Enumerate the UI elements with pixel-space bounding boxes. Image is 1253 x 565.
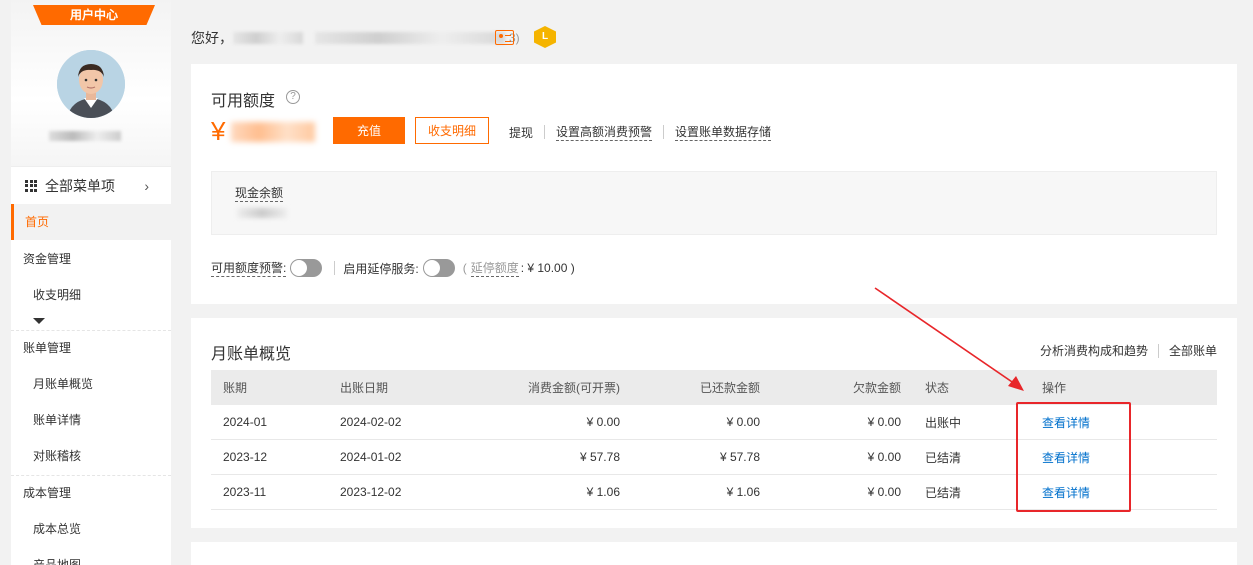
cash-balance-panel: 现金余额 — [211, 171, 1217, 235]
all-bills-link[interactable]: 全部账单 — [1169, 342, 1217, 359]
amount-masked — [231, 121, 316, 142]
sidebar-item-income-expense[interactable]: 收支明细 — [11, 277, 171, 313]
greeting-bar: 您好， 3) — [191, 28, 524, 48]
sidebar-item-reconciliation[interactable]: 对账稽核 — [11, 438, 171, 474]
delay-quota-prefix: ( — [462, 261, 467, 275]
divider — [544, 125, 546, 139]
cell-period: 2023-11 — [223, 485, 267, 499]
cell-status: 出账中 — [925, 415, 962, 430]
divider — [334, 261, 336, 275]
recharge-button[interactable]: 充值 — [333, 117, 405, 144]
username-masked — [49, 131, 121, 141]
cell-bill-date: 2023-12-02 — [340, 485, 402, 499]
sidebar-item-funds[interactable]: 资金管理 — [11, 241, 171, 277]
help-icon[interactable]: ? — [286, 90, 300, 104]
cell-owed: ¥ 0.00 — [867, 415, 901, 429]
available-quota-title: 可用额度 — [211, 93, 276, 110]
cell-repaid: ¥ 57.78 — [719, 450, 760, 464]
cell-consumption: ¥ 0.00 — [586, 415, 620, 429]
col-header-period: 账期 — [223, 381, 248, 395]
caret-down-icon[interactable] — [33, 318, 45, 324]
all-menu-label: 全部菜单项 — [45, 177, 115, 194]
delay-quota-value: : ¥ 10.00 ) — [520, 261, 575, 275]
avatar[interactable] — [57, 50, 125, 118]
monthly-bill-title: 月账单概览 — [211, 346, 292, 363]
cell-period: 2023-12 — [223, 450, 268, 464]
cash-balance-label: 现金余额 — [235, 186, 284, 202]
cell-owed: ¥ 0.00 — [867, 450, 901, 464]
greeting-text: 您好， — [191, 30, 233, 46]
cell-period: 2024-01 — [223, 415, 268, 429]
cell-repaid: ¥ 1.06 — [726, 485, 760, 499]
service-toggles: 可用额度预警: 启用延停服务: ( 延停额度 : ¥ 10.00 ) — [211, 259, 575, 277]
grid-icon — [25, 179, 37, 192]
cash-balance-masked — [237, 208, 287, 218]
sidebar: 用户中心 全部菜单项 › 首页 资金管理 收支明细 账单管理 月账单概览 账单详… — [11, 0, 171, 565]
id-card-icon[interactable] — [495, 30, 514, 45]
level-badge-icon[interactable]: L — [534, 26, 556, 48]
monthly-bill-links: 分析消费构成和趋势 全部账单 — [1040, 342, 1217, 359]
col-header-action: 操作 — [1042, 381, 1067, 395]
user-center-tab[interactable]: 用户中心 — [33, 5, 155, 25]
col-header-bill-date: 出账日期 — [340, 381, 389, 395]
cell-consumption: ¥ 1.06 — [586, 485, 620, 499]
cell-status: 已结清 — [925, 450, 962, 465]
sidebar-item-cost[interactable]: 成本管理 — [11, 475, 171, 511]
divider — [1157, 343, 1159, 358]
sidebar-item-product-map[interactable]: 产品地图 — [11, 547, 171, 565]
cell-bill-date: 2024-02-02 — [340, 415, 402, 429]
available-quota-card: 可用额度 ? ¥ 充值 收支明细 提现 设置高额消费预警 设置账单数据存储 现金… — [191, 64, 1237, 304]
col-header-repaid: 已还款金额 — [699, 381, 760, 395]
cell-consumption: ¥ 57.78 — [579, 450, 620, 464]
sidebar-item-billing[interactable]: 账单管理 — [11, 330, 171, 366]
account-id-masked — [315, 32, 505, 44]
withdraw-link[interactable]: 提现 — [509, 124, 533, 141]
avatar-icon — [57, 50, 125, 118]
delay-stop-toggle[interactable] — [422, 259, 455, 277]
available-quota-amount: ¥ — [211, 116, 316, 147]
annotation-arrow-icon — [874, 287, 1024, 391]
table-header: 账期 出账日期 消费金额(可开票) 已还款金额 欠款金额 状态 操作 — [211, 370, 1217, 405]
sidebar-item-home[interactable]: 首页 — [11, 204, 171, 240]
quota-alert-toggle[interactable] — [290, 259, 323, 277]
username-masked — [233, 32, 303, 44]
income-expense-button[interactable]: 收支明细 — [415, 117, 489, 144]
sidebar-item-cost-overview[interactable]: 成本总览 — [11, 511, 171, 547]
analyze-trend-link[interactable]: 分析消费构成和趋势 — [1040, 342, 1148, 359]
quota-alert-label: 可用额度预警: — [211, 261, 287, 277]
high-spend-alert-link[interactable]: 设置高额消费预警 — [556, 123, 653, 141]
all-menu-button[interactable]: 全部菜单项 › — [11, 166, 171, 204]
cell-owed: ¥ 0.00 — [867, 485, 901, 499]
delay-stop-label: 启用延停服务: — [343, 261, 419, 276]
bill-storage-link[interactable]: 设置账单数据存储 — [675, 123, 772, 141]
sidebar-item-bill-detail[interactable]: 账单详情 — [11, 402, 171, 438]
cell-status: 已结清 — [925, 485, 962, 500]
annotation-highlight-box — [1016, 402, 1131, 512]
cell-repaid: ¥ 0.00 — [726, 415, 760, 429]
cell-bill-date: 2024-01-02 — [340, 450, 402, 464]
chevron-right-icon: › — [144, 178, 149, 194]
divider — [663, 125, 665, 139]
sidebar-item-monthly-bill[interactable]: 月账单概览 — [11, 366, 171, 402]
quota-links: 提现 设置高额消费预警 设置账单数据存储 — [509, 123, 772, 141]
currency-symbol: ¥ — [211, 116, 226, 146]
delay-quota-label: 延停额度 — [470, 261, 519, 277]
col-header-consumption: 消费金额(可开票) — [528, 381, 620, 395]
next-card — [191, 542, 1237, 565]
